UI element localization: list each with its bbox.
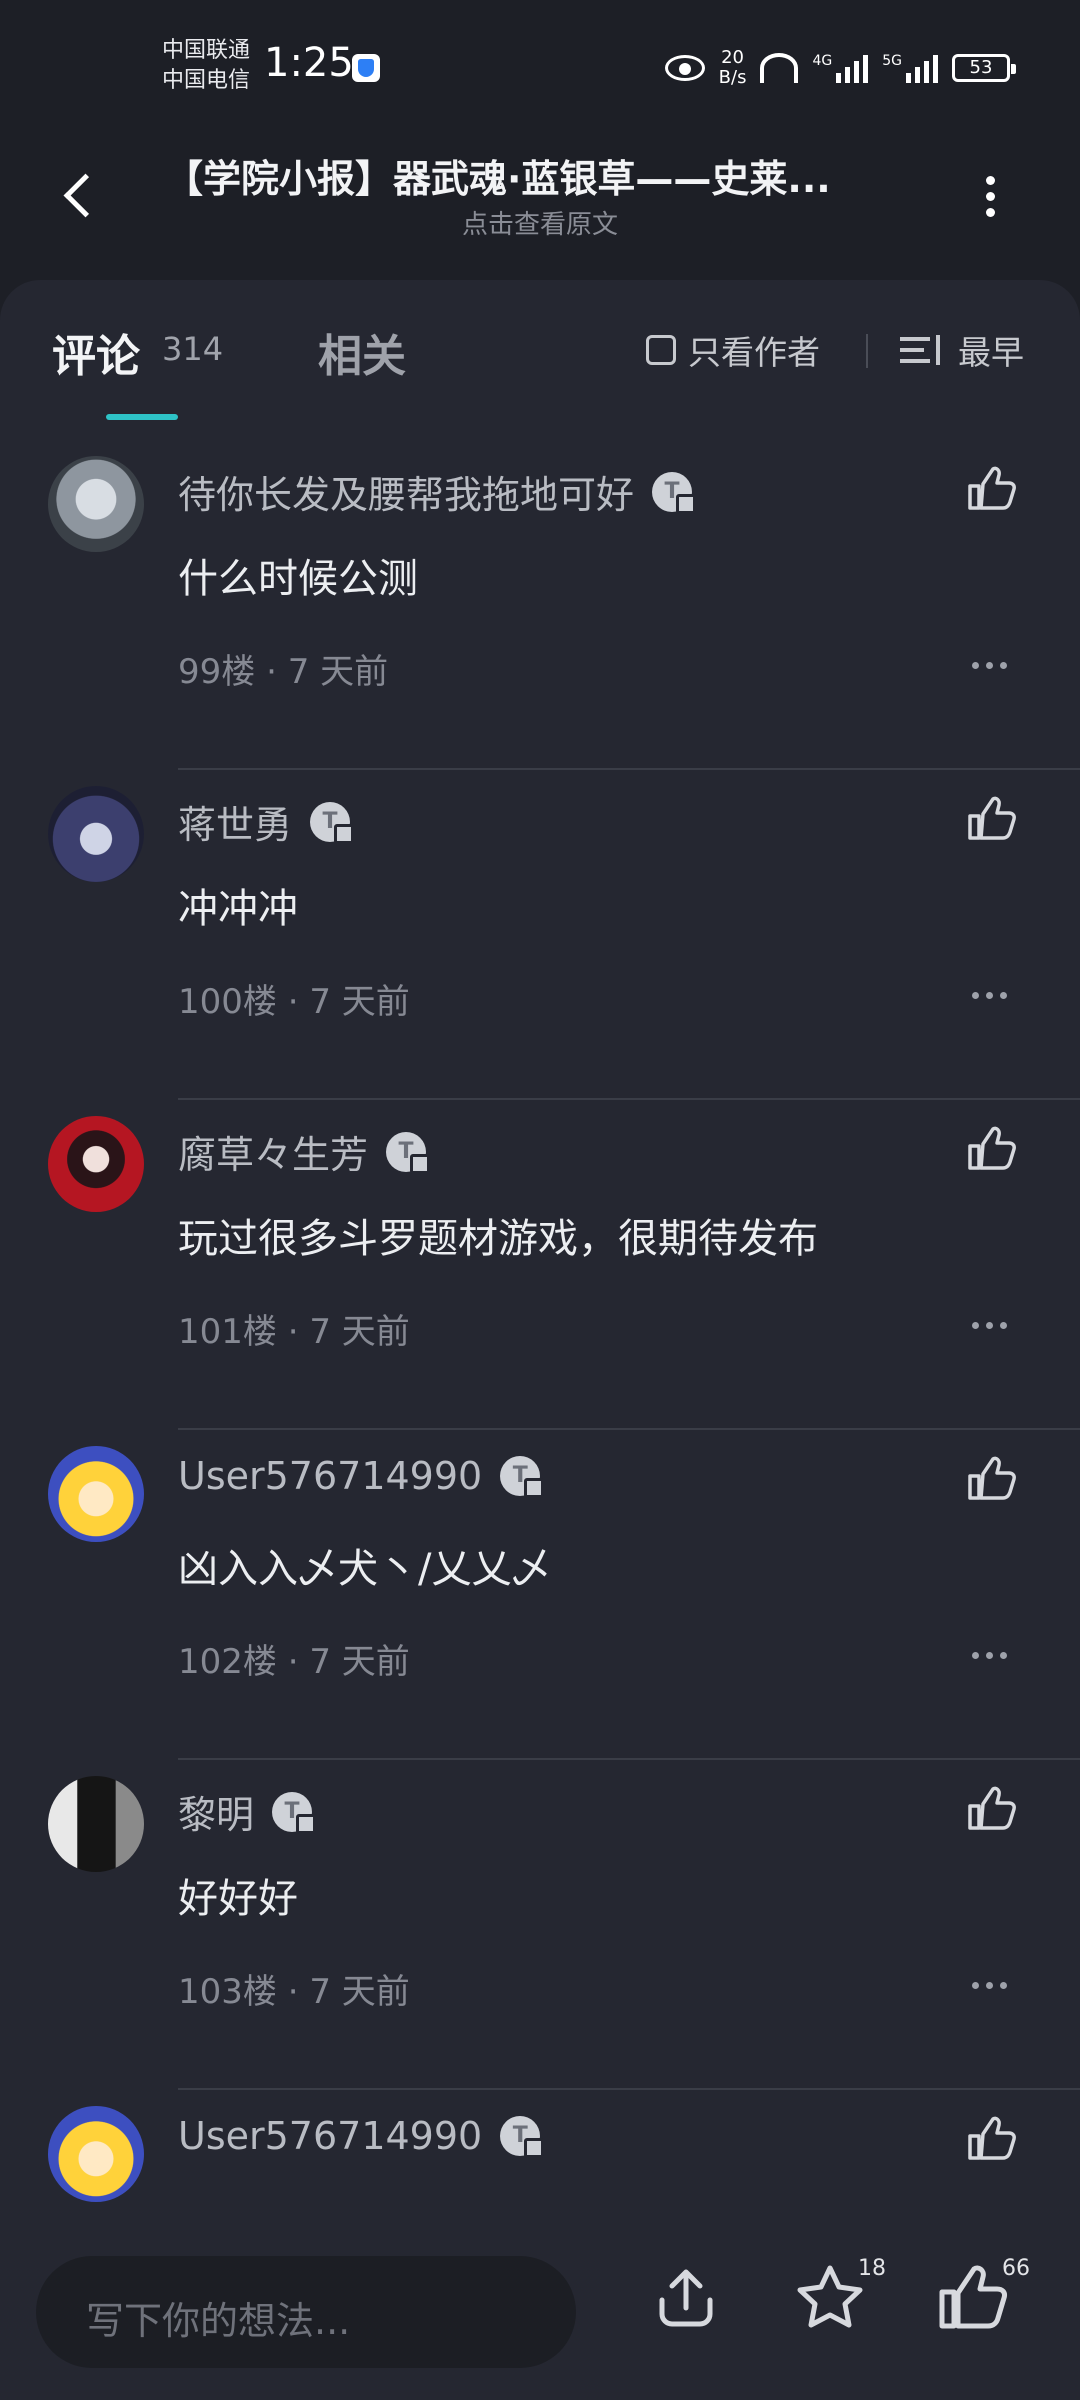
floor-number: 101楼 — [178, 1312, 277, 1352]
comment-item: 黎明 T 好好好 103楼 · 7 天前 — [0, 1760, 1080, 2090]
floor-number: 99楼 — [178, 652, 256, 692]
comment-time: 7 天前 — [287, 652, 389, 692]
comment-text: 凶入入乄犬丶/乂乂乄 — [178, 1546, 552, 1592]
carrier-1: 中国联通 — [162, 38, 251, 63]
checkbox-icon[interactable] — [646, 335, 676, 365]
signal-4g-label: 4G — [812, 53, 833, 69]
view-original-link[interactable]: 点击查看原文 — [0, 204, 1080, 241]
more-options-icon[interactable] — [984, 172, 996, 220]
username[interactable]: User576714990 — [178, 1454, 482, 1498]
like-icon[interactable] — [964, 1122, 1018, 1176]
tab-comments[interactable]: 评论 — [52, 320, 140, 384]
like-icon[interactable] — [964, 1452, 1018, 1506]
username[interactable]: User576714990 — [178, 2114, 482, 2158]
like-icon[interactable] — [964, 462, 1018, 516]
divider — [866, 334, 868, 368]
sort-label: 最早 — [958, 333, 1024, 372]
like-total-count: 66 — [1002, 2256, 1030, 2281]
comment-meta: 99楼 · 7 天前 — [178, 652, 389, 692]
comment-meta: 103楼 · 7 天前 — [178, 1972, 410, 2012]
user-level-badge-icon: T — [500, 1456, 545, 1498]
more-actions-icon[interactable] — [972, 992, 1007, 999]
comment-item: 蒋世勇 T 冲冲冲 100楼 · 7 天前 — [0, 770, 1080, 1100]
signal-4g-icon: 4G — [812, 53, 869, 83]
comments-count: 314 — [162, 330, 224, 368]
status-icons: 20 B/s 4G 5G 53 — [664, 48, 1016, 88]
avatar[interactable] — [48, 456, 144, 552]
like-total-icon[interactable] — [934, 2260, 1010, 2336]
bottom-action-bar: 写下你的想法... 18 66 — [0, 2220, 1080, 2400]
author-only-label: 只看作者 — [688, 333, 820, 372]
sort-button[interactable]: 最早 — [900, 326, 1024, 374]
like-icon[interactable] — [964, 1782, 1018, 1836]
comment-text: 什么时候公测 — [178, 556, 418, 602]
comment-item: 待你长发及腰帮我拖地可好 T 什么时候公测 99楼 · 7 天前 — [0, 440, 1080, 770]
floor-number: 103楼 — [178, 1972, 277, 2012]
battery-icon: 53 — [952, 54, 1016, 82]
share-icon[interactable] — [648, 2260, 724, 2336]
net-speed-unit: B/s — [718, 67, 747, 88]
user-level-badge-icon: T — [652, 471, 697, 514]
like-icon[interactable] — [964, 792, 1018, 846]
comment-text: 冲冲冲 — [178, 886, 298, 932]
favorite-count: 18 — [858, 2256, 886, 2281]
status-bar: 中国联通 中国电信 1:25 20 B/s 4G 5G 53 — [0, 0, 1080, 130]
comment-item: User576714990 T — [0, 2090, 1080, 2210]
comment-time: 7 天前 — [309, 1972, 410, 2012]
net-speed: 20 B/s — [719, 48, 747, 88]
active-tab-indicator — [106, 414, 178, 420]
signal-5g-icon: 5G — [882, 53, 938, 83]
more-actions-icon[interactable] — [972, 1652, 1007, 1659]
wifi-icon — [760, 53, 799, 83]
eye-icon — [664, 55, 705, 81]
comment-meta: 102楼 · 7 天前 — [178, 1642, 410, 1682]
more-actions-icon[interactable] — [972, 1982, 1007, 1989]
comment-input[interactable]: 写下你的想法... — [36, 2256, 576, 2368]
comments-panel: 评论 314 相关 只看作者 最早 待你长发及腰帮我拖地可好 T 什么时候公测 … — [0, 280, 1080, 2400]
comment-meta: 100楼 · 7 天前 — [178, 982, 410, 1022]
comment-item: User576714990 T 凶入入乄犬丶/乂乂乄 102楼 · 7 天前 — [0, 1430, 1080, 1760]
author-only-toggle[interactable]: 只看作者 — [646, 326, 820, 374]
comment-time: 7 天前 — [309, 1312, 410, 1352]
username[interactable]: 待你长发及腰帮我拖地可好 — [178, 464, 634, 519]
user-level-badge-icon: T — [386, 1131, 431, 1174]
avatar[interactable] — [48, 1776, 144, 1872]
username[interactable]: 黎明 — [178, 1784, 254, 1839]
floor-number: 102楼 — [178, 1642, 277, 1682]
avatar[interactable] — [48, 1116, 144, 1212]
sort-icon — [900, 333, 944, 367]
comment-text: 好好好 — [178, 1876, 298, 1922]
avatar[interactable] — [48, 786, 144, 882]
comment-input-placeholder: 写下你的想法... — [86, 2299, 351, 2343]
more-actions-icon[interactable] — [972, 662, 1007, 669]
article-title[interactable]: 【学院小报】器武魂·蓝银草——史莱... — [165, 148, 905, 203]
avatar[interactable] — [48, 2106, 144, 2202]
comment-meta: 101楼 · 7 天前 — [178, 1312, 410, 1352]
carrier-info: 中国联通 中国电信 — [162, 36, 250, 96]
net-speed-value: 20 — [721, 47, 745, 68]
comment-text: 玩过很多斗罗题材游戏，很期待发布 — [178, 1216, 818, 1262]
avatar[interactable] — [48, 1446, 144, 1542]
security-shield-icon — [352, 54, 380, 82]
signal-5g-label: 5G — [882, 53, 902, 69]
like-icon[interactable] — [964, 2112, 1018, 2166]
username[interactable]: 腐草々生芳 — [178, 1124, 368, 1179]
comment-time: 7 天前 — [309, 982, 410, 1022]
clock: 1:25 — [264, 40, 354, 86]
user-level-badge-icon: T — [272, 1791, 317, 1834]
comment-time: 7 天前 — [309, 1642, 410, 1682]
more-actions-icon[interactable] — [972, 1322, 1007, 1329]
tab-related[interactable]: 相关 — [318, 320, 406, 384]
comment-item: 腐草々生芳 T 玩过很多斗罗题材游戏，很期待发布 101楼 · 7 天前 — [0, 1100, 1080, 1430]
user-level-badge-icon: T — [310, 801, 355, 844]
carrier-2: 中国电信 — [162, 68, 251, 93]
user-level-badge-icon: T — [500, 2116, 545, 2158]
favorite-star-icon[interactable] — [792, 2260, 868, 2336]
floor-number: 100楼 — [178, 982, 277, 1022]
username[interactable]: 蒋世勇 — [178, 794, 292, 849]
